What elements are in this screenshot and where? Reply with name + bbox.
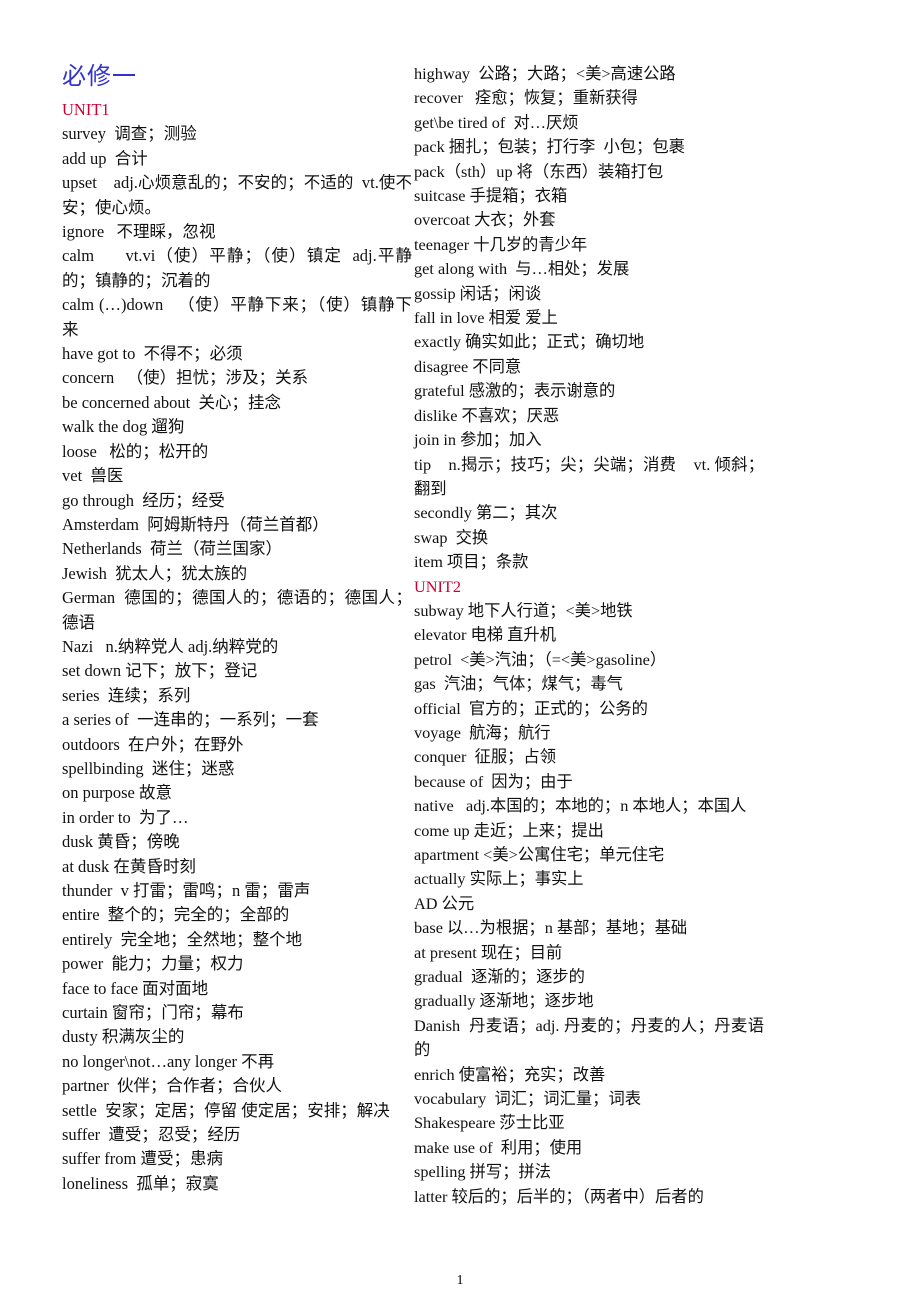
page-content: 必修一 UNIT1 survey 调查；测验 add up 合计 upset a… (62, 62, 862, 1242)
vocab-entry: in order to 为了… (62, 807, 189, 827)
vocab-entry: dusty 积满灰尘的 (62, 1027, 185, 1047)
vocab-entry: join in 参加；加入 (414, 430, 542, 450)
unit-heading-unit2: UNIT2 (414, 576, 462, 596)
vocab-entry: vocabulary 词汇；词汇量；词表 (414, 1089, 642, 1109)
vocab-entry: suffer from 遭受；患病 (62, 1149, 224, 1169)
vocab-entry: go through 经历；经受 (62, 490, 225, 510)
vocab-entry: suffer 遭受；忍受；经历 (62, 1125, 241, 1145)
vocab-entry: settle 安家；定居；停留 使定居；安排；解决 (62, 1100, 390, 1120)
vocab-entry: at dusk 在黄昏时刻 (62, 856, 196, 876)
vocab-entry: loose 松的；松开的 (62, 441, 209, 461)
vocab-entry: partner 伙伴；合作者；合伙人 (62, 1076, 282, 1096)
vocab-entry: no longer\not…any longer 不再 (62, 1051, 275, 1071)
vocab-entry: thunder v 打雷；雷鸣；n 雷；雷声 (62, 881, 311, 900)
vocab-entry: survey 调查；测验 (62, 124, 197, 144)
vocab-entry: ignore 不理睬，忽视 (62, 222, 216, 242)
vocab-entry: dusk 黄昏；傍晚 (62, 832, 180, 852)
vocab-entry: pack（sth）up 将（东西）装箱打包 (414, 161, 664, 181)
right-column-entry-list-unit2: subway 地下人行道；<美>地铁 elevator 电梯 直升机 petro… (414, 599, 764, 1209)
vocab-entry: gossip 闲话；闲谈 (414, 283, 542, 303)
vocab-entry: Shakespeare 莎士比亚 (414, 1113, 565, 1133)
vocab-entry: native adj.本国的；本地的；n 本地人；本国人 (414, 796, 747, 816)
vocab-entry: vet 兽医 (62, 466, 124, 486)
vocab-entry: voyage 航海；航行 (414, 722, 551, 742)
vocab-entry: Jewish 犹太人；犹太族的 (62, 563, 248, 583)
vocab-entry: come up 走近；上来；提出 (414, 820, 604, 840)
vocab-entry: calm vt.vi（使）平静；（使）镇定 adj.平静的；镇静的；沉着的 (62, 246, 412, 290)
vocab-entry: latter 较后的；后半的；（两者中）后者的 (414, 1186, 704, 1206)
vocab-entry: add up 合计 (62, 148, 148, 168)
vocab-entry: gradually 逐渐地；逐步地 (414, 991, 594, 1011)
vocab-entry: secondly 第二；其次 (414, 503, 558, 523)
vocab-entry: spellbinding 迷住；迷惑 (62, 758, 235, 778)
vocab-entry: make use of 利用；使用 (414, 1137, 583, 1157)
left-column-entry-list: survey 调查；测验 add up 合计 upset adj.心烦意乱的；不… (62, 122, 412, 1196)
vocab-entry: upset adj.心烦意乱的；不安的；不适的 vt.使不安；使心烦。 (62, 173, 412, 217)
vocab-entry: conquer 征服；占领 (414, 747, 556, 767)
vocab-entry: gas 汽油；气体；煤气；毒气 (414, 674, 623, 694)
vocab-entry: face to face 面对面地 (62, 978, 209, 998)
vocab-entry: fall in love 相爱 爱上 (414, 308, 558, 328)
page-number: 1 (456, 1273, 464, 1288)
vocab-entry: official 官方的；正式的；公务的 (414, 698, 648, 718)
vocab-entry: Amsterdam 阿姆斯特丹（荷兰首都） (62, 514, 329, 534)
vocab-entry: loneliness 孤单；寂寞 (62, 1173, 219, 1193)
vocab-entry: get\be tired of 对…厌烦 (414, 112, 579, 132)
vocab-entry: entire 整个的；完全的；全部的 (62, 905, 290, 925)
vocab-entry: swap 交换 (414, 527, 489, 547)
vocab-entry: series 连续；系列 (62, 685, 191, 705)
vocab-entry: gradual 逐渐的；逐步的 (414, 967, 585, 987)
vocab-entry: spelling 拼写；拼法 (414, 1162, 552, 1182)
vocab-entry: item 项目；条款 (414, 552, 529, 572)
vocab-entry: have got to 不得不；必须 (62, 344, 243, 364)
two-column-layout: 必修一 UNIT1 survey 调查；测验 add up 合计 upset a… (62, 62, 862, 1209)
vocab-entry: highway 公路；大路；<美>高速公路 (414, 64, 676, 83)
document-page: 必修一 UNIT1 survey 调查；测验 add up 合计 upset a… (0, 0, 920, 1302)
vocab-entry: disagree 不同意 (414, 356, 522, 376)
vocab-entry: Nazi n.纳粹党人 adj.纳粹党的 (62, 636, 279, 656)
vocab-entry: curtain 窗帘；门帘；幕布 (62, 1003, 244, 1023)
vocab-entry: calm (…)down （使）平静下来；（使）镇静下来 (62, 295, 412, 339)
vocab-entry: walk the dog 遛狗 (62, 417, 185, 437)
vocab-entry: exactly 确实如此；正式；确切地 (414, 332, 645, 352)
vocab-entry: German 德国的；德国人的；德语的；德国人；德语 (62, 588, 412, 632)
vocab-entry: concern （使）担忧；涉及；关系 (62, 368, 309, 388)
vocab-entry: tip n.揭示；技巧；尖；尖端；消费 vt. 倾斜； 翻到 (414, 454, 773, 498)
vocab-entry: pack 捆扎；包装；打行李 小包；包裹 (414, 137, 685, 157)
vocab-entry: petrol <美>汽油；（=<美>gasoline） (414, 649, 667, 669)
vocab-entry: overcoat 大衣；外套 (414, 210, 556, 230)
vocab-entry: grateful 感激的；表示谢意的 (414, 381, 616, 401)
vocab-entry: entirely 完全地；全然地；整个地 (62, 929, 303, 949)
vocab-entry: apartment <美>公寓住宅；单元住宅 (414, 845, 665, 864)
vocab-entry: set down 记下；放下；登记 (62, 661, 258, 681)
vocab-entry: enrich 使富裕；充实；改善 (414, 1064, 606, 1084)
vocab-entry: because of 因为；由于 (414, 771, 573, 791)
vocab-entry: be concerned about 关心；挂念 (62, 392, 282, 412)
right-column: highway 公路；大路；<美>高速公路 recover 痊愈；恢复；重新获得… (414, 62, 764, 1209)
vocab-entry: Danish 丹麦语；adj. 丹麦的；丹麦的人；丹麦语的 (414, 1015, 764, 1060)
vocab-entry: subway 地下人行道；<美>地铁 (414, 600, 633, 620)
right-column-entry-list-unit1: highway 公路；大路；<美>高速公路 recover 痊愈；恢复；重新获得… (414, 62, 764, 575)
vocab-entry: get along with 与…相处；发展 (414, 259, 630, 279)
vocab-entry: AD 公元 (414, 893, 475, 913)
vocab-entry: Netherlands 荷兰（荷兰国家） (62, 539, 282, 559)
vocab-entry: at present 现在；目前 (414, 942, 563, 962)
vocab-entry: elevator 电梯 直升机 (414, 625, 556, 645)
vocab-entry: actually 实际上；事实上 (414, 869, 584, 889)
vocab-entry: on purpose 故意 (62, 783, 172, 803)
vocab-entry: recover 痊愈；恢复；重新获得 (414, 88, 638, 108)
left-column: 必修一 UNIT1 survey 调查；测验 add up 合计 upset a… (62, 62, 412, 1196)
vocab-entry: teenager 十几岁的青少年 (414, 234, 588, 254)
vocab-entry: base 以…为根据；n 基部；基地；基础 (414, 918, 688, 938)
vocab-entry: power 能力；力量；权力 (62, 954, 244, 974)
vocab-entry: outdoors 在户外；在野外 (62, 734, 244, 754)
vocab-entry: suitcase 手提箱；衣箱 (414, 186, 568, 206)
vocab-entry: a series of 一连串的；一系列；一套 (62, 710, 319, 730)
page-title: 必修一 (62, 64, 137, 90)
vocab-entry: dislike 不喜欢；厌恶 (414, 405, 560, 425)
unit-heading-unit1: UNIT1 (62, 100, 110, 119)
